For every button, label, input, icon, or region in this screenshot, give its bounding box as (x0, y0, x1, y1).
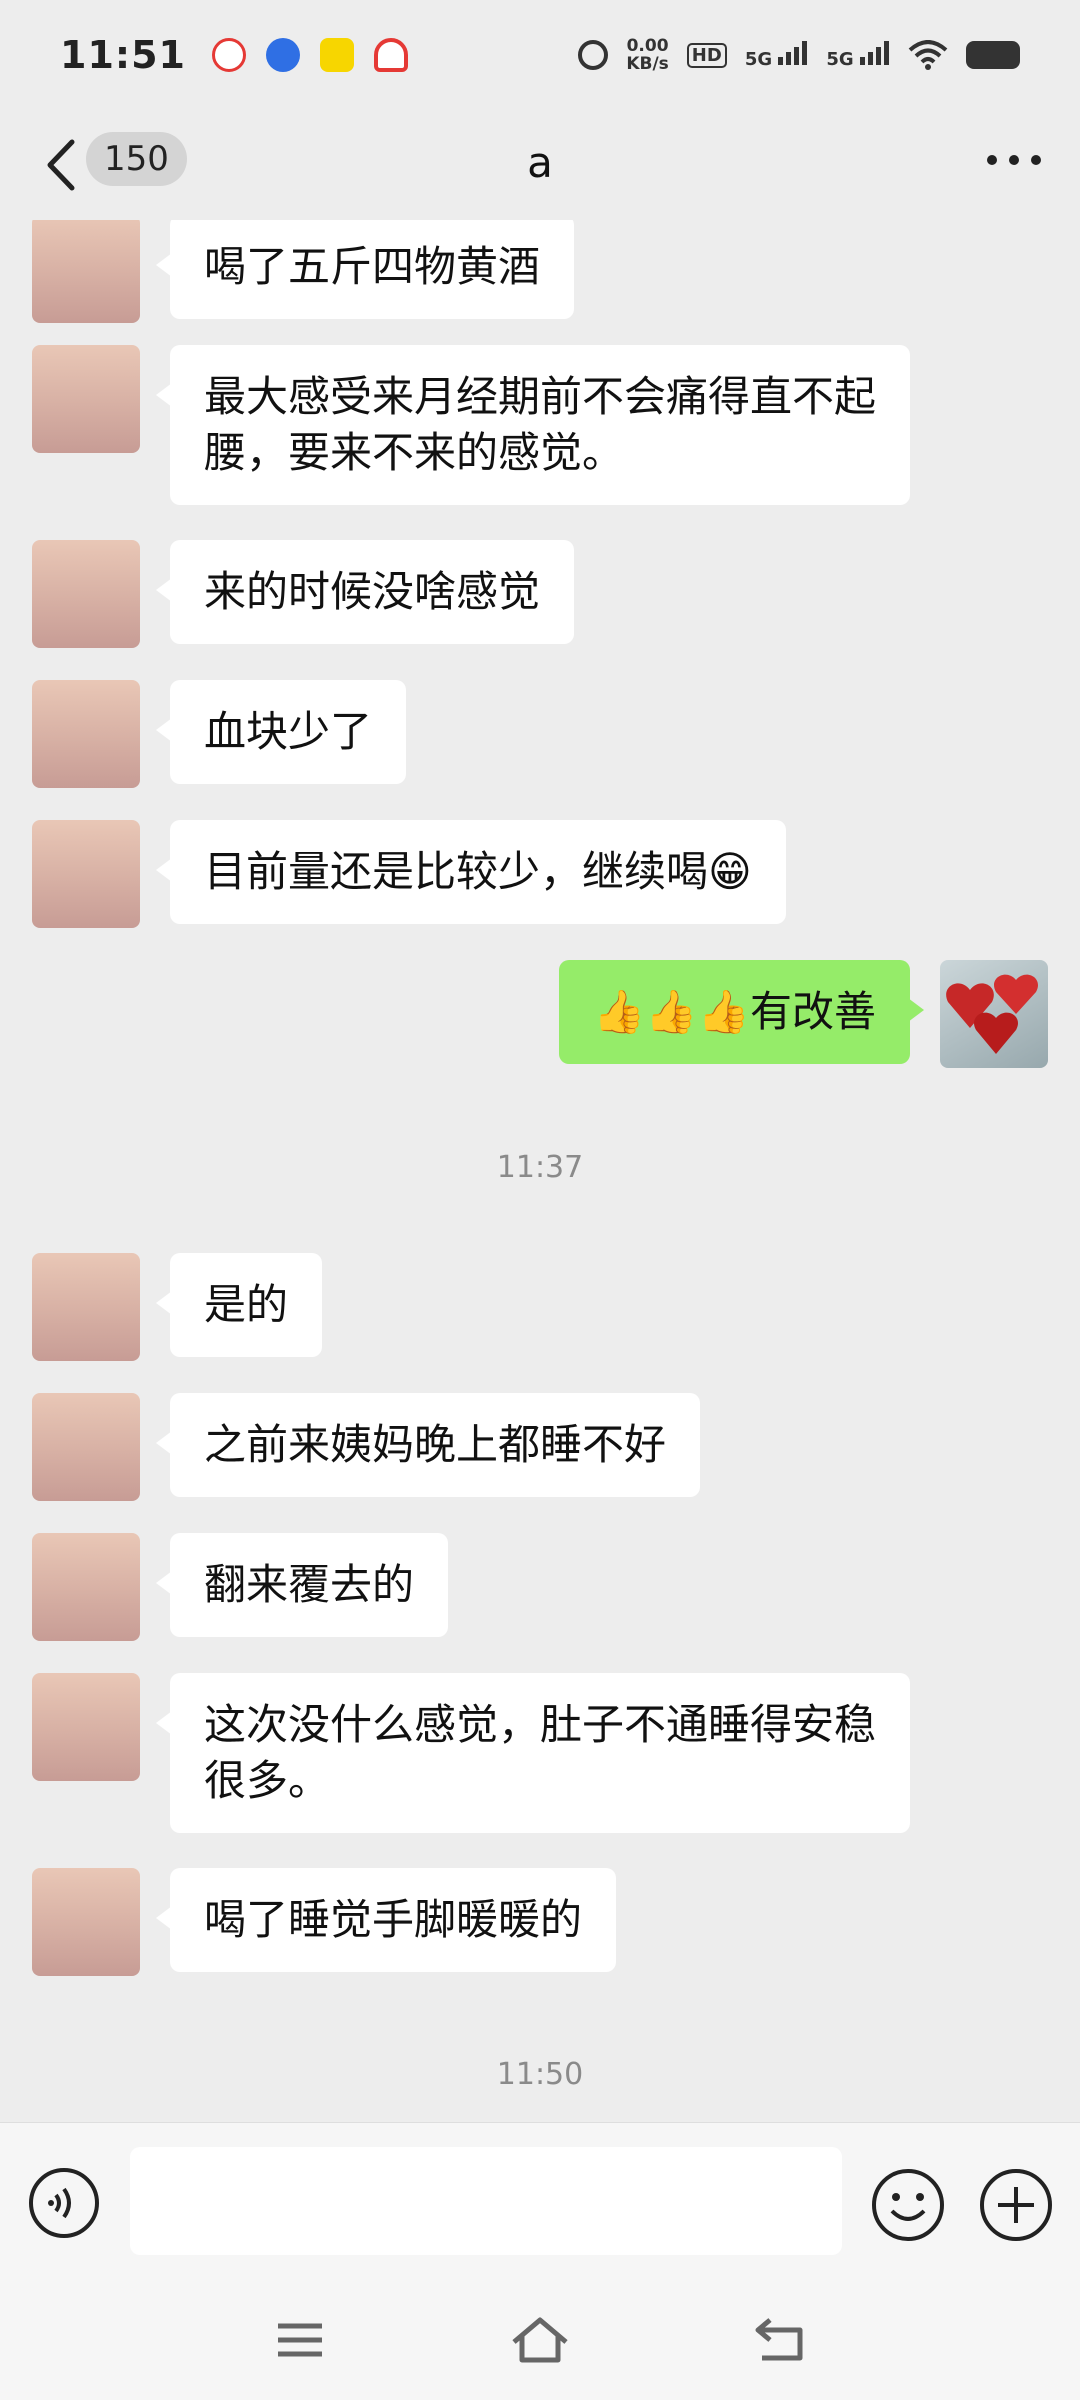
battery-icon (966, 41, 1020, 69)
hd-badge: HD (686, 42, 727, 68)
message-bubble[interactable]: 血块少了 (155, 680, 407, 784)
contact-avatar[interactable] (32, 1673, 140, 1781)
message-bubble[interactable]: 翻来覆去的 (155, 1533, 449, 1637)
status-time: 11:51 (60, 33, 186, 77)
return-icon[interactable] (748, 2312, 812, 2368)
input-bar (0, 2122, 1080, 2282)
sim2-label: 5G (826, 48, 854, 70)
menu-icon[interactable] (268, 2312, 332, 2368)
signal-bars-icon (778, 40, 808, 65)
net-speed: 0.00 KB/s (626, 37, 668, 73)
message-bubble[interactable]: 最大感受来月经期前不会痛得直不起腰，要来不来的感觉。 (156, 345, 910, 505)
voice-icon[interactable] (28, 2167, 100, 2239)
message-bubble[interactable]: 之前来姨妈晚上都睡不好 (155, 1393, 701, 1497)
paw-app-icon (265, 38, 300, 72)
heart-avatar-icon (946, 974, 1038, 1054)
timestamp: 11:37 (496, 1150, 584, 1185)
message-bubble-outgoing[interactable]: 👍👍👍有改善 (559, 960, 924, 1064)
status-right: 0.00 KB/s HD 5G 5G (578, 37, 1020, 73)
status-bar: 11:51 0.00 KB/s HD 5G 5G (0, 0, 1080, 110)
contact-avatar[interactable] (32, 220, 140, 323)
contact-avatar[interactable] (32, 820, 140, 928)
system-nav-bar (0, 2282, 1080, 2400)
net-speed-value: 0.00 (626, 36, 669, 56)
signal-bars-icon (860, 40, 889, 65)
timestamp: 11:50 (496, 2057, 584, 2092)
chat-title: a (527, 138, 553, 187)
message-bubble[interactable]: 是的 (155, 1253, 323, 1357)
message-bubble[interactable]: 喝了五斤四物黄酒 (155, 220, 575, 319)
notification-icons (211, 38, 408, 72)
home-icon[interactable] (508, 2312, 572, 2368)
contact-avatar[interactable] (32, 1533, 140, 1641)
wifi-icon (908, 40, 948, 70)
message-bubble[interactable]: 来的时候没啥感觉 (155, 540, 575, 644)
alarm-icon (578, 40, 609, 70)
message-input[interactable] (130, 2147, 842, 2255)
net-speed-unit: KB/s (626, 54, 669, 74)
message-bubble[interactable]: 这次没什么感觉，肚子不通睡得安稳很多。 (156, 1673, 910, 1833)
my-avatar[interactable] (940, 960, 1048, 1068)
signal-sim1: 5G (744, 40, 809, 70)
contact-avatar[interactable] (32, 1253, 140, 1361)
contact-avatar[interactable] (32, 540, 140, 648)
contact-avatar[interactable] (32, 680, 140, 788)
message-bubble[interactable]: 喝了睡觉手脚暖暖的 (155, 1868, 617, 1972)
chat-messages: 喝了五斤四物黄酒 最大感受来月经期前不会痛得直不起腰，要来不来的感觉。 来的时候… (0, 220, 1080, 2120)
video-app-icon (211, 38, 246, 72)
signal-sim2: 5G (826, 40, 890, 70)
yellow-app-icon (319, 38, 354, 72)
message-bubble[interactable]: 目前量还是比较少，继续喝😁 (156, 820, 786, 924)
more-horizontal-icon[interactable] (984, 145, 1044, 175)
emoji-icon[interactable] (870, 2167, 946, 2243)
contact-avatar[interactable] (32, 345, 140, 453)
contact-avatar[interactable] (32, 1393, 140, 1501)
contact-avatar[interactable] (32, 1868, 140, 1976)
sim1-label: 5G (744, 48, 773, 70)
plus-icon[interactable] (978, 2167, 1054, 2243)
triangle-app-icon (373, 38, 408, 72)
